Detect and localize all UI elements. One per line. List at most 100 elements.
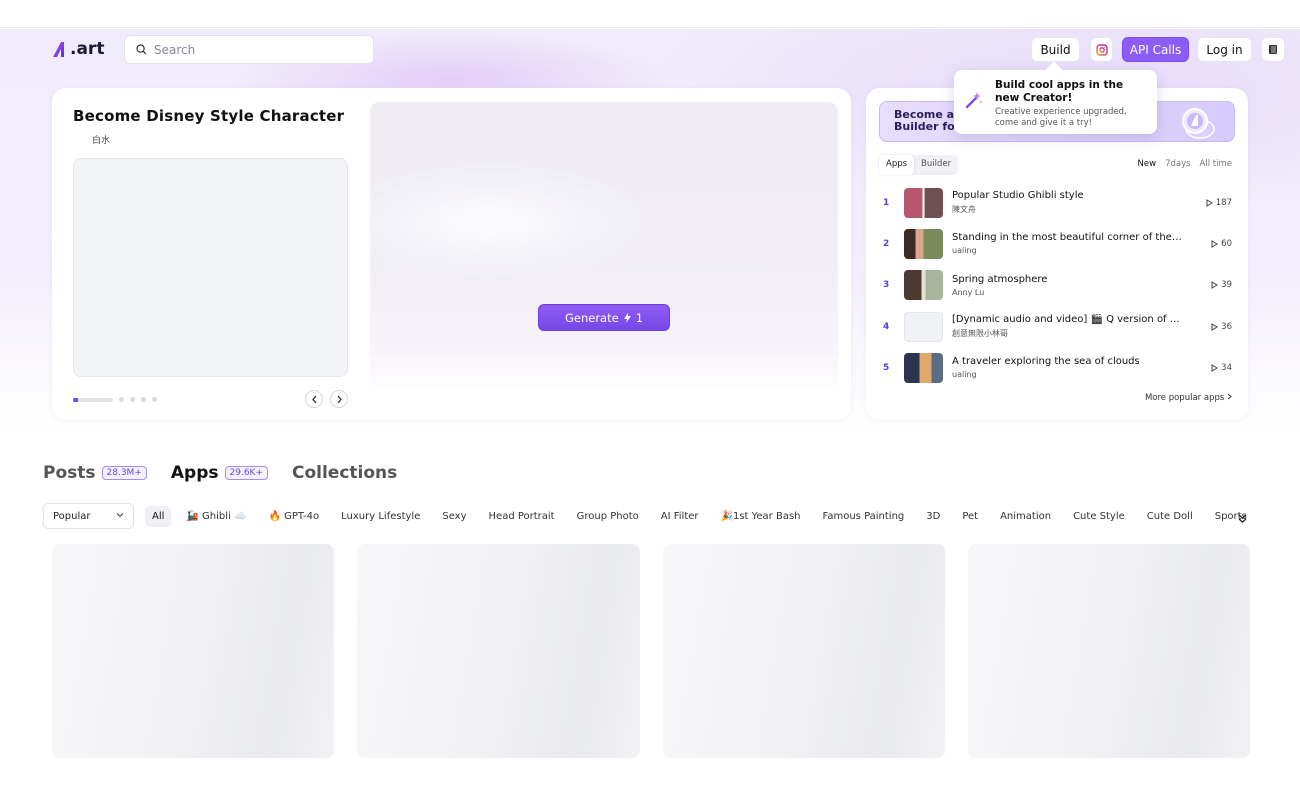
search-icon	[136, 44, 147, 55]
tab-apps[interactable]: Apps	[879, 155, 915, 175]
menu-button[interactable]	[1261, 37, 1285, 62]
generation-preview-area: Generate 1	[370, 102, 838, 392]
category-chip[interactable]: Head Portrait	[482, 506, 562, 527]
ranking-list: 1 Popular Studio Ghibli style 陳文舟 187 2 S…	[879, 182, 1235, 388]
period-new[interactable]: New	[1138, 159, 1157, 169]
rank-number: 4	[883, 321, 890, 332]
carousel-dot-active[interactable]	[73, 397, 113, 402]
play-count: 39	[1211, 280, 1235, 290]
category-chip[interactable]: Cute Style	[1066, 506, 1132, 527]
ranking-item[interactable]: 3 Spring atmosphere Anny Lu 39	[879, 265, 1235, 306]
app-card-placeholder[interactable]	[357, 544, 640, 758]
play-icon	[1211, 322, 1219, 331]
period-all-time[interactable]: All time	[1200, 159, 1232, 169]
chevron-down-icon	[116, 513, 124, 518]
carousel-dot[interactable]	[119, 397, 124, 402]
rank-number: 2	[883, 238, 890, 249]
app-card-placeholder[interactable]	[967, 544, 1250, 758]
category-chip[interactable]: 🎉1st Year Bash	[714, 506, 808, 527]
api-calls-button[interactable]: API Calls	[1122, 37, 1189, 62]
upload-preview-box[interactable]	[73, 158, 348, 377]
ranking-item[interactable]: 1 Popular Studio Ghibli style 陳文舟 187	[879, 182, 1235, 223]
chevron-right-icon	[337, 395, 342, 403]
build-label: Build	[1040, 42, 1071, 57]
rank-number: 3	[883, 280, 890, 291]
carousel-prev-button[interactable]	[305, 390, 323, 408]
tab-posts-label: Posts	[43, 463, 96, 483]
tab-apps-label: Apps	[170, 463, 219, 483]
expand-categories-button[interactable]	[1237, 509, 1248, 528]
app-thumbnail	[904, 228, 943, 259]
carousel-dots	[73, 397, 157, 402]
login-button[interactable]: Log in	[1197, 37, 1252, 62]
magic-wand-icon	[965, 92, 983, 109]
carousel-dot[interactable]	[141, 397, 146, 402]
category-chip[interactable]: All	[145, 505, 172, 527]
category-chip[interactable]: Luxury Lifestyle	[334, 506, 427, 527]
ranking-app-author: ualing	[952, 246, 977, 256]
app-title: Become Disney Style Character	[73, 107, 345, 125]
sort-select[interactable]: Popular	[43, 503, 134, 529]
play-icon	[1206, 198, 1213, 207]
category-chip[interactable]: Group Photo	[570, 506, 646, 527]
category-chip[interactable]: Pet	[955, 506, 985, 527]
more-popular-apps-label: More popular apps	[1144, 393, 1225, 403]
tab-apps-section[interactable]: Apps 29.6K+	[171, 463, 268, 483]
category-chip[interactable]: AI Filter	[654, 506, 706, 527]
generate-cost: 1	[635, 310, 644, 325]
ranking-app-author: ualing	[952, 370, 977, 380]
chevron-left-icon	[311, 395, 316, 403]
category-chip[interactable]: 🔥 GPT-4o	[261, 506, 326, 527]
logo-mark-icon	[53, 41, 64, 57]
period-7days[interactable]: 7days	[1165, 159, 1190, 169]
posts-count-badge: 28.3M+	[101, 466, 147, 480]
play-count-value: 39	[1221, 280, 1232, 291]
featured-app-card: Become Disney Style Character 白水 Generat…	[52, 88, 851, 420]
app-thumbnail	[904, 270, 943, 301]
ranking-app-name: A traveler exploring the sea of clouds	[952, 356, 1140, 368]
ranking-item[interactable]: 5 A traveler exploring the sea of clouds…	[879, 347, 1235, 388]
play-count: 187	[1206, 198, 1235, 208]
chevron-right-icon	[1227, 393, 1232, 400]
creator-tooltip[interactable]: Build cool apps in the new Creator! Crea…	[954, 70, 1157, 134]
category-chip[interactable]: 🚂 Ghibli ☁️	[179, 506, 253, 527]
tab-collections[interactable]: Collections	[292, 463, 397, 483]
tab-collections-label: Collections	[291, 463, 398, 483]
tab-posts[interactable]: Posts 28.3M+	[43, 463, 147, 483]
carousel-next-button[interactable]	[330, 390, 348, 408]
app-author[interactable]: 白水	[92, 133, 110, 146]
book-icon	[1269, 45, 1277, 54]
carousel-dot[interactable]	[152, 397, 157, 402]
logo-text: .art	[70, 39, 105, 59]
rank-number: 1	[883, 197, 890, 208]
lightning-icon	[623, 312, 631, 323]
ranking-app-name: Popular Studio Ghibli style	[952, 190, 1084, 202]
instagram-button[interactable]	[1090, 37, 1113, 62]
ranking-app-author: 陳文舟	[952, 205, 976, 215]
search-bar[interactable]	[124, 35, 374, 64]
build-button[interactable]: Build	[1031, 37, 1080, 62]
category-chip[interactable]: Cute Doll	[1140, 506, 1200, 527]
ranking-panel: Become an Builder for Apps Builder New 7…	[866, 88, 1248, 420]
search-input[interactable]	[154, 42, 354, 57]
logo[interactable]: .art	[52, 39, 104, 59]
play-count-value: 36	[1221, 321, 1232, 332]
browser-top-strip	[0, 0, 1300, 28]
category-chip[interactable]: Famous Painting	[816, 506, 912, 527]
ranking-item[interactable]: 4 [Dynamic audio and video] 🎬 Q version …	[879, 306, 1235, 347]
more-popular-apps-link[interactable]: More popular apps	[1145, 393, 1232, 403]
category-chip[interactable]: Sexy	[435, 506, 473, 527]
category-chip[interactable]: Animation	[993, 506, 1058, 527]
play-icon	[1211, 281, 1219, 290]
ranking-item[interactable]: 2 Standing in the most beautiful corner …	[879, 223, 1235, 264]
banner-text-content: Become an Builder for	[894, 108, 962, 133]
ranking-app-name: [Dynamic audio and video] 🎬 Q version of…	[952, 314, 1184, 326]
generate-button[interactable]: Generate 1	[538, 304, 670, 331]
tooltip-title: Build cool apps in the new Creator!	[995, 79, 1124, 104]
app-card-placeholder[interactable]	[52, 544, 335, 758]
carousel-dot[interactable]	[130, 397, 135, 402]
category-chip[interactable]: 3D	[919, 506, 947, 527]
app-card-placeholder[interactable]	[662, 544, 945, 758]
tab-builder[interactable]: Builder	[914, 155, 958, 175]
sort-value: Popular	[53, 510, 91, 522]
